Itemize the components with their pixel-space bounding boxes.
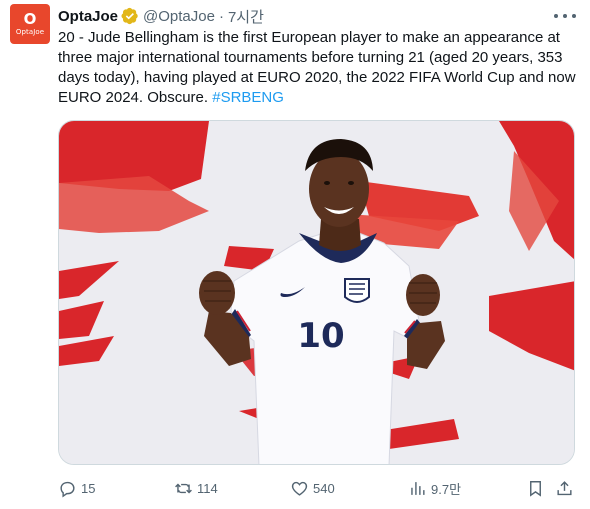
heart-icon — [291, 481, 308, 496]
header-separator: · — [218, 7, 224, 25]
reply-count: 15 — [81, 480, 96, 496]
share-icon — [557, 480, 572, 495]
views-button[interactable]: 9.7만 — [408, 476, 461, 500]
tweet-card[interactable]: O OptaJoe OptaJoe @OptaJoe · 7시간 20 - Ju… — [0, 0, 590, 509]
analytics-icon — [411, 481, 425, 495]
avatar[interactable]: O OptaJoe — [10, 4, 50, 44]
tweet-media-photo[interactable]: 10 — [58, 120, 575, 465]
bookmark-button[interactable] — [526, 476, 545, 500]
avatar-logo-mark: O — [23, 9, 37, 28]
view-count: 9.7만 — [431, 481, 462, 497]
repost-count: 114 — [197, 480, 218, 496]
more-options-icon[interactable] — [554, 8, 576, 24]
reply-icon — [60, 481, 75, 498]
tweet-timestamp[interactable]: 7시간 — [228, 6, 264, 27]
like-button[interactable]: 540 — [290, 476, 335, 500]
tweet-body: 20 - Jude Bellingham is the first Europe… — [58, 29, 576, 106]
bookmark-icon — [530, 480, 541, 497]
like-count: 540 — [313, 480, 335, 496]
repost-button[interactable]: 114 — [174, 476, 218, 500]
hashtag-link[interactable]: #SRBENG — [212, 89, 284, 106]
avatar-logo-text: OptaJoe — [15, 27, 45, 36]
tweet-text: 20 - Jude Bellingham is the first Europe… — [58, 28, 578, 108]
shirt-number: 10 — [297, 316, 344, 356]
account-name[interactable]: OptaJoe — [58, 8, 118, 25]
tweet-actions: 15 114 540 9.7만 — [58, 476, 578, 500]
repost-icon — [175, 483, 192, 493]
account-handle[interactable]: @OptaJoe — [143, 8, 215, 25]
reply-button[interactable]: 15 — [58, 476, 95, 500]
player-photo-illustration: 10 — [59, 121, 574, 464]
verified-badge-icon[interactable] — [121, 7, 139, 25]
tweet-header: OptaJoe @OptaJoe · 7시간 — [58, 6, 264, 26]
share-button[interactable] — [555, 476, 574, 500]
